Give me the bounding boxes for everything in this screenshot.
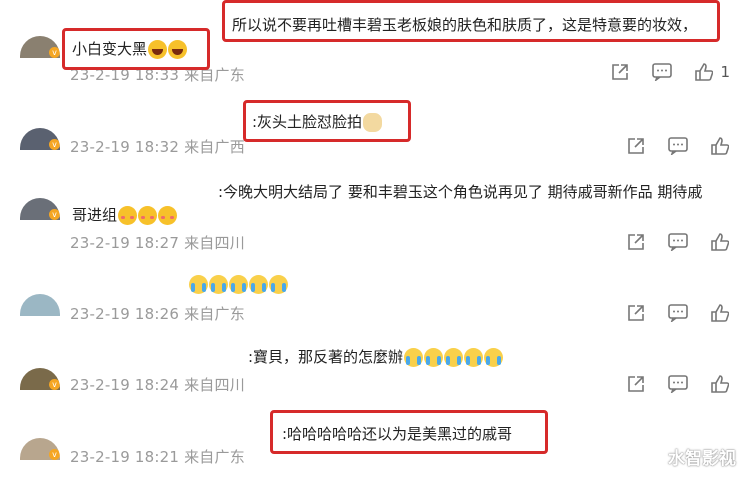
comment-actions bbox=[626, 374, 730, 394]
avatar[interactable]: v bbox=[20, 36, 60, 58]
watermark: 水智影视 bbox=[668, 449, 736, 469]
share-icon[interactable] bbox=[626, 232, 646, 252]
comment-icon[interactable] bbox=[668, 303, 688, 323]
comment-text: :今晚大明大结局了 要和丰碧玉这个角色说再见了 期待戚哥新作品 期待戚 bbox=[218, 183, 703, 201]
highlight-box bbox=[243, 100, 411, 142]
comment-text-body: :寶貝，那反著的怎麼辦 bbox=[248, 348, 404, 366]
avatar[interactable] bbox=[20, 294, 60, 316]
crying-emoji-icon bbox=[269, 275, 288, 294]
verified-badge-icon: v bbox=[49, 139, 60, 150]
comment-text bbox=[188, 275, 288, 294]
comment-icon[interactable] bbox=[652, 62, 673, 82]
comment-meta: 23-2-19 18:26 来自广东 bbox=[70, 305, 245, 323]
like-icon[interactable] bbox=[710, 232, 730, 252]
comment-text: :寶貝，那反著的怎麼辦 bbox=[248, 346, 504, 367]
crying-emoji-icon bbox=[484, 348, 504, 367]
verified-badge-icon: v bbox=[49, 379, 60, 390]
crying-emoji-icon bbox=[189, 275, 208, 294]
comment-meta: 23-2-19 18:21 来自广东 bbox=[70, 448, 245, 466]
like-icon[interactable] bbox=[710, 303, 730, 323]
verified-badge-icon: v bbox=[49, 209, 60, 220]
comment-text-body: 哥进组 bbox=[72, 206, 118, 224]
highlight-box bbox=[62, 28, 210, 70]
share-icon[interactable] bbox=[626, 374, 646, 394]
blushing-emoji-icon bbox=[118, 206, 138, 225]
comment-meta: 23-2-19 18:24 来自四川 bbox=[70, 376, 245, 394]
verified-badge-icon: v bbox=[49, 47, 60, 58]
like-icon[interactable] bbox=[694, 62, 714, 82]
verified-badge-icon: v bbox=[49, 449, 60, 460]
comment-actions bbox=[626, 303, 730, 323]
avatar[interactable]: v bbox=[20, 438, 60, 460]
crying-emoji-icon bbox=[209, 275, 228, 294]
comment-icon[interactable] bbox=[668, 232, 688, 252]
crying-emoji-icon bbox=[404, 348, 424, 367]
crying-emoji-icon bbox=[229, 275, 248, 294]
crying-emoji-icon bbox=[464, 348, 484, 367]
comment-actions bbox=[626, 232, 730, 252]
avatar[interactable]: v bbox=[20, 198, 60, 220]
share-icon[interactable] bbox=[626, 303, 646, 323]
blushing-emoji-icon bbox=[138, 206, 158, 225]
like-icon[interactable] bbox=[710, 136, 730, 156]
blushing-emoji-icon bbox=[158, 206, 178, 225]
like-icon[interactable] bbox=[710, 374, 730, 394]
comment-actions: 1 bbox=[610, 62, 730, 82]
crying-emoji-icon bbox=[444, 348, 464, 367]
avatar[interactable]: v bbox=[20, 368, 60, 390]
avatar[interactable]: v bbox=[20, 128, 60, 150]
share-icon[interactable] bbox=[626, 136, 646, 156]
share-icon[interactable] bbox=[610, 62, 630, 82]
highlight-box bbox=[270, 410, 548, 454]
comment-text-line2: 哥进组 bbox=[72, 204, 178, 225]
comment-actions bbox=[626, 136, 730, 156]
comment-meta: 23-2-19 18:27 来自四川 bbox=[70, 234, 245, 252]
like-count: 1 bbox=[720, 63, 730, 81]
crying-emoji-icon bbox=[424, 348, 444, 367]
comment-icon[interactable] bbox=[668, 136, 688, 156]
crying-emoji-icon bbox=[249, 275, 268, 294]
comment-icon[interactable] bbox=[668, 374, 688, 394]
highlight-box bbox=[222, 0, 720, 42]
comment-meta: 23-2-19 18:32 来自广西 bbox=[70, 138, 245, 156]
